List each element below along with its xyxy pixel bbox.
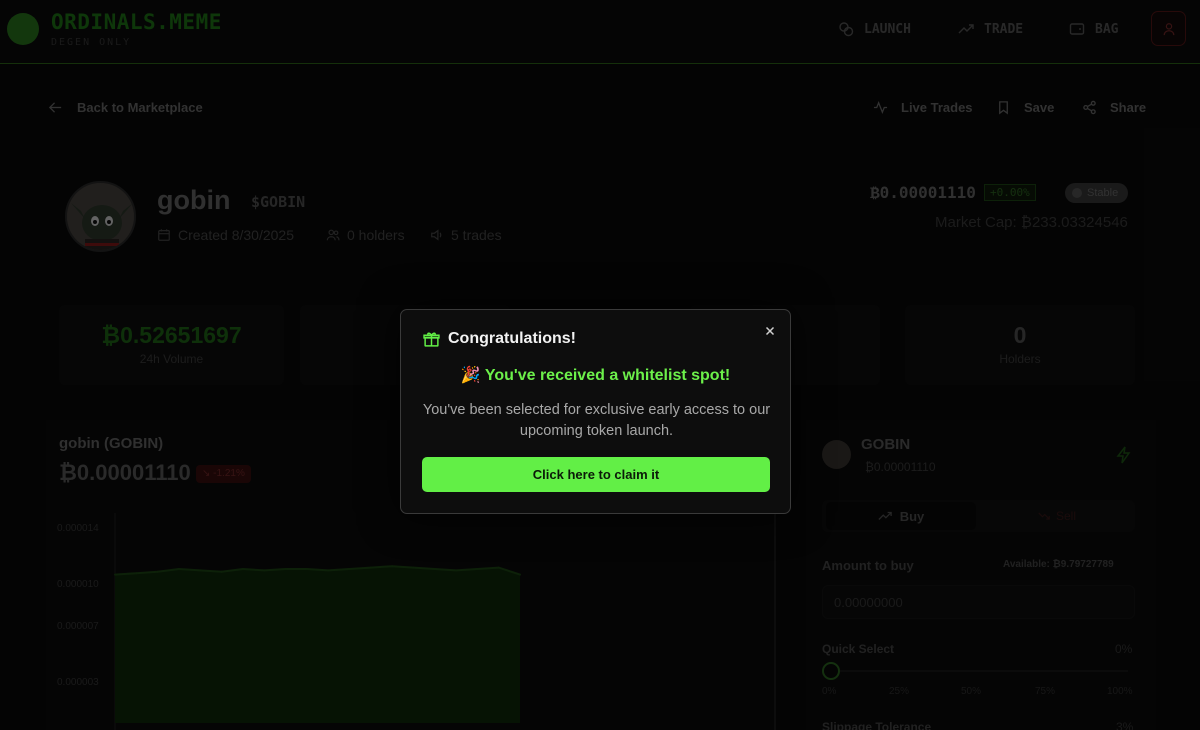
gift-icon	[423, 332, 440, 347]
modal-body-text: You've been selected for exclusive early…	[422, 402, 771, 439]
modal-backdrop[interactable]: Congratulations! 🎉 You've received a whi…	[0, 0, 1200, 730]
modal-title: Congratulations!	[423, 330, 576, 348]
whitelist-modal: Congratulations! 🎉 You've received a whi…	[400, 309, 791, 514]
close-icon[interactable]	[763, 324, 777, 338]
claim-button[interactable]: Click here to claim it	[422, 457, 770, 492]
modal-title-text: Congratulations!	[448, 330, 576, 347]
modal-headline: 🎉 You've received a whitelist spot!	[460, 367, 731, 384]
